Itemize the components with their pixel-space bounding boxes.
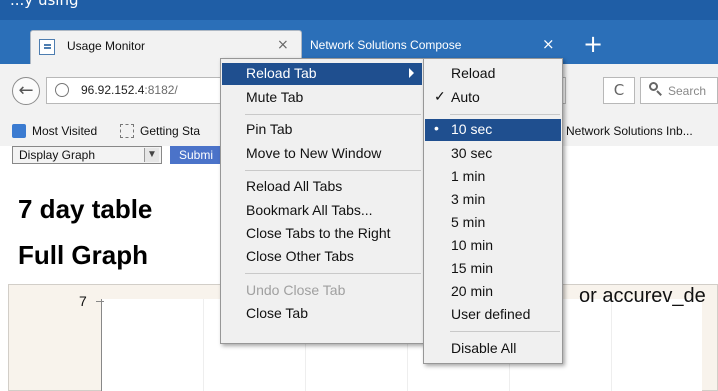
menu-item-close-tabs-right[interactable]: Close Tabs to the Right (222, 223, 422, 245)
menu-item-label: Close Tab (246, 305, 309, 321)
bookmark-getting-started[interactable]: Getting Sta (140, 124, 200, 138)
menu-item-label: Bookmark All Tabs... (246, 202, 373, 218)
menu-item-pin-tab[interactable]: Pin Tab (222, 119, 422, 141)
graph-y-tick-7: 7 (79, 293, 87, 309)
menu-item-label: Pin Tab (246, 121, 293, 137)
graph-gridline (611, 299, 612, 391)
graph-gridline (203, 299, 204, 391)
menu-item-label: Undo Close Tab (246, 282, 346, 298)
url-text[interactable]: 96.92.152.4:8182/ (81, 83, 178, 97)
menu-item-label: Reload Tab (246, 65, 317, 81)
menu-item-bookmark-all-tabs[interactable]: Bookmark All Tabs... (222, 200, 422, 222)
submenu-item-auto[interactable]: ✓ Auto (425, 87, 561, 109)
menu-separator (450, 331, 560, 332)
menu-item-move-to-new-window[interactable]: Move to New Window (222, 143, 422, 165)
menu-separator (245, 273, 421, 274)
display-select-value: Display Graph (19, 148, 96, 162)
globe-icon (55, 83, 69, 97)
search-placeholder: Search (668, 84, 707, 98)
reload-button[interactable]: C (603, 77, 635, 104)
menu-separator (245, 114, 421, 115)
menu-item-reload-tab[interactable]: Reload Tab (222, 63, 422, 85)
submenu-item-10-min[interactable]: 10 min (425, 235, 561, 257)
heading-full-graph: Full Graph (18, 240, 148, 270)
menu-item-label: Close Tabs to the Right (246, 225, 391, 241)
submenu-item-5-min[interactable]: 5 min (425, 212, 561, 234)
check-icon: ✓ (434, 88, 446, 104)
display-select[interactable]: Display Graph ▼ (12, 146, 162, 164)
submenu-item-label: Disable All (451, 340, 517, 356)
graph-tick-mark (96, 301, 104, 302)
page-icon (39, 39, 55, 55)
menu-item-undo-close-tab: Undo Close Tab (222, 280, 422, 302)
submit-button[interactable]: Submi (170, 146, 222, 164)
getting-started-icon (120, 124, 134, 138)
menu-item-mute-tab[interactable]: Mute Tab (222, 87, 422, 109)
back-button[interactable]: ← (12, 77, 40, 105)
submenu-item-10-sec[interactable]: • 10 sec (425, 119, 561, 141)
radio-dot-icon: • (434, 120, 439, 136)
graph-title: or accurev_de (579, 285, 706, 307)
close-tab-icon[interactable]: × (542, 35, 555, 53)
chevron-down-icon: ▼ (144, 148, 159, 162)
menu-item-close-other-tabs[interactable]: Close Other Tabs (222, 246, 422, 268)
submenu-item-reload[interactable]: Reload (425, 63, 561, 85)
menu-item-close-tab[interactable]: Close Tab (222, 303, 422, 325)
submenu-item-label: 15 min (451, 260, 494, 276)
menu-item-label: Move to New Window (246, 145, 382, 161)
search-input[interactable]: Search (640, 77, 718, 104)
heading-7-day-table: 7 day table (18, 194, 153, 224)
bookmark-most-visited[interactable]: Most Visited (32, 124, 97, 138)
submenu-item-label: User defined (451, 306, 531, 322)
menu-item-label: Reload All Tabs (246, 178, 343, 194)
submenu-arrow-icon (409, 68, 414, 78)
tab-title: Usage Monitor (67, 39, 146, 53)
submenu-item-label: 20 min (451, 283, 494, 299)
menu-separator (245, 170, 421, 171)
submenu-item-3-min[interactable]: 3 min (425, 189, 561, 211)
submenu-item-label: 10 sec (451, 121, 493, 137)
menu-separator (450, 114, 560, 115)
submenu-item-30-sec[interactable]: 30 sec (425, 143, 561, 165)
submenu-item-label: 30 sec (451, 145, 493, 161)
tab-context-menu: Reload Tab Mute Tab Pin Tab Move to New … (220, 58, 424, 344)
reload-tab-submenu: Reload ✓ Auto • 10 sec 30 sec 1 min 3 mi… (423, 58, 563, 364)
submenu-item-user-defined[interactable]: User defined (425, 304, 561, 326)
url-host: 96.92.152.4 (81, 83, 145, 97)
submenu-item-label: Reload (451, 65, 496, 81)
window-top-text: ...y using (10, 0, 79, 9)
menu-item-label: Close Other Tabs (246, 248, 354, 264)
submenu-item-label: 3 min (451, 191, 486, 207)
submenu-item-label: 1 min (451, 168, 486, 184)
window-top-strip: ...y using (0, 0, 718, 20)
most-visited-icon (12, 124, 26, 138)
new-tab-button[interactable]: + (578, 30, 608, 60)
submenu-item-label: Auto (451, 89, 480, 105)
url-port: :8182/ (144, 83, 178, 97)
close-tab-icon[interactable]: × (277, 37, 289, 53)
menu-item-label: Mute Tab (246, 89, 304, 105)
bookmark-network-solutions[interactable]: Network Solutions Inb... (566, 124, 693, 138)
submenu-item-15-min[interactable]: 15 min (425, 258, 561, 280)
submenu-item-1-min[interactable]: 1 min (425, 166, 561, 188)
tab-title: Network Solutions Compose (310, 38, 462, 52)
submenu-item-label: 10 min (451, 237, 494, 253)
menu-item-reload-all-tabs[interactable]: Reload All Tabs (222, 176, 422, 198)
submenu-item-label: 5 min (451, 214, 486, 230)
submenu-item-disable-all[interactable]: Disable All (425, 338, 561, 360)
search-icon (649, 82, 663, 96)
submenu-item-20-min[interactable]: 20 min (425, 281, 561, 303)
